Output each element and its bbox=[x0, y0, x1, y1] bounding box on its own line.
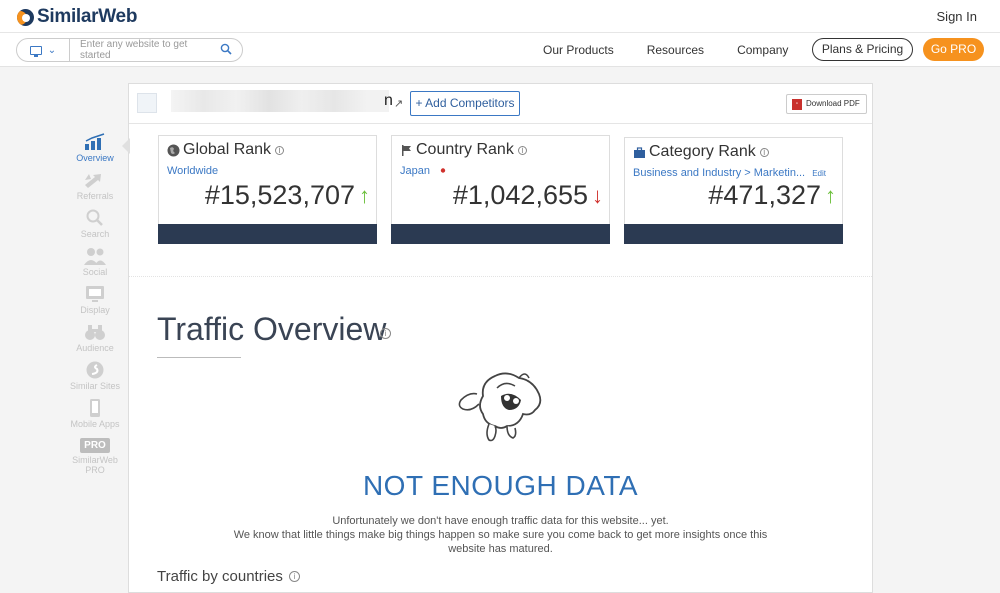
sidebar-item-referrals[interactable]: Referrals bbox=[62, 171, 128, 201]
device-selector[interactable]: ⌄ bbox=[17, 39, 70, 61]
trend-down-icon: ↓ bbox=[592, 182, 603, 208]
nav-company[interactable]: Company bbox=[737, 43, 788, 57]
sidebar-item-label: Referrals bbox=[76, 191, 114, 201]
sidebar-pointer bbox=[122, 138, 130, 154]
site-name-tail: n bbox=[384, 92, 393, 109]
sidebar-item-mobile-apps[interactable]: Mobile Apps bbox=[62, 399, 128, 429]
globe-icon bbox=[167, 144, 180, 156]
sidebar-item-label: SimilarWeb PRO bbox=[72, 455, 118, 475]
country-name: Japan bbox=[400, 165, 430, 177]
category-rank-title: Category Rank bbox=[649, 143, 756, 160]
sign-in-link[interactable]: Sign In bbox=[937, 9, 977, 24]
section-divider bbox=[129, 276, 872, 277]
message-line: Unfortunately we don't have enough traff… bbox=[332, 515, 669, 527]
mascot-illustration bbox=[458, 372, 542, 442]
not-enough-data-heading: NOT ENOUGH DATA bbox=[362, 470, 639, 501]
sidebar-item-label: Social bbox=[82, 267, 108, 277]
sidebar-item-similarweb-pro[interactable]: PRO SimilarWeb PRO bbox=[62, 438, 128, 475]
search-input[interactable]: Enter any website to get started bbox=[70, 39, 220, 61]
briefcase-icon bbox=[634, 146, 645, 158]
sidebar-item-label: Audience bbox=[76, 343, 114, 353]
display-icon bbox=[62, 285, 128, 303]
plans-pricing-button[interactable]: Plans & Pricing bbox=[812, 38, 913, 61]
info-icon[interactable]: i bbox=[759, 147, 769, 157]
sidebar-item-label: Display bbox=[80, 305, 110, 315]
bar-chart-icon bbox=[62, 133, 128, 151]
sidebar-item-label: Mobile Apps bbox=[70, 419, 120, 429]
go-pro-button[interactable]: Go PRO bbox=[923, 38, 984, 61]
info-icon[interactable]: i bbox=[380, 328, 391, 339]
sidebar-item-label: Overview bbox=[76, 153, 114, 163]
message-line: We know that little things make big thin… bbox=[233, 529, 768, 541]
title-underline bbox=[157, 357, 241, 358]
message-line: website has matured. bbox=[448, 543, 553, 555]
sidebar-item-similar-sites[interactable]: Similar Sites bbox=[62, 361, 128, 391]
external-link-icon[interactable]: ↗ bbox=[394, 97, 403, 110]
sidebar-item-overview[interactable]: Overview bbox=[62, 133, 128, 163]
category-rank-card: Category Rank i Business and Industry > … bbox=[624, 137, 843, 244]
info-icon[interactable]: i bbox=[288, 571, 300, 582]
nav-resources[interactable]: Resources bbox=[647, 43, 704, 57]
card-footer bbox=[391, 224, 610, 244]
add-competitors-button[interactable]: + Add Competitors bbox=[410, 91, 520, 116]
similarweb-logo[interactable]: SimilarWeb bbox=[17, 6, 137, 28]
trend-up-icon: ↑ bbox=[359, 182, 370, 208]
edit-category-link[interactable]: Edit bbox=[812, 169, 826, 178]
global-rank-scope: Worldwide bbox=[167, 165, 219, 177]
phone-icon bbox=[62, 399, 128, 417]
arrows-icon bbox=[62, 171, 128, 189]
top-bar: SimilarWeb Sign In bbox=[0, 0, 1000, 33]
brand-name: SimilarWeb bbox=[37, 6, 138, 27]
info-icon[interactable]: i bbox=[275, 145, 285, 155]
global-rank-title: Global Rank bbox=[183, 141, 272, 158]
category-path-link[interactable]: Business and Industry > Marketin... bbox=[633, 167, 805, 179]
main-panel: n ↗ + Add Competitors ▫ Download PDF Glo… bbox=[128, 83, 873, 593]
country-rank-card: Country Rank i Japan #1,042,655 ↓ bbox=[391, 135, 610, 244]
site-header: n ↗ + Add Competitors ▫ Download PDF bbox=[129, 84, 872, 124]
traffic-by-countries-heading: Traffic by countries i bbox=[157, 568, 300, 585]
country-rank-scope: Japan bbox=[400, 165, 450, 177]
site-favicon bbox=[137, 93, 157, 113]
info-icon[interactable]: i bbox=[517, 145, 527, 155]
sidebar-item-search[interactable]: Search bbox=[62, 209, 128, 239]
search-icon[interactable] bbox=[220, 43, 242, 58]
card-footer bbox=[624, 224, 843, 244]
sidebar-item-audience[interactable]: Audience bbox=[62, 323, 128, 353]
country-rank-title: Country Rank bbox=[416, 141, 514, 158]
logo-icon bbox=[17, 8, 34, 26]
nav-our-products[interactable]: Our Products bbox=[543, 43, 614, 57]
site-name-blurred bbox=[171, 90, 389, 112]
sidebar-item-display[interactable]: Display bbox=[62, 285, 128, 315]
country-rank-value: #1,042,655 bbox=[452, 180, 588, 210]
not-enough-data-message: Unfortunately we don't have enough traff… bbox=[129, 514, 872, 556]
download-pdf-button[interactable]: ▫ Download PDF bbox=[786, 94, 867, 114]
japan-flag-icon bbox=[437, 166, 450, 175]
people-icon bbox=[62, 247, 128, 265]
traffic-overview-title: Traffic Overview bbox=[157, 311, 387, 347]
traffic-by-countries-title: Traffic by countries bbox=[157, 568, 283, 585]
search-box: ⌄ Enter any website to get started bbox=[16, 38, 243, 62]
sidebar-item-social[interactable]: Social bbox=[62, 247, 128, 277]
download-pdf-label: Download PDF bbox=[806, 99, 860, 108]
magnifier-icon bbox=[62, 209, 128, 227]
card-footer bbox=[158, 224, 377, 244]
pro-tag: PRO bbox=[80, 438, 110, 453]
sidebar-item-label: Search bbox=[80, 229, 110, 239]
binoculars-icon bbox=[62, 323, 128, 341]
trend-up-icon: ↑ bbox=[825, 182, 836, 208]
nav-bar: ⌄ Enter any website to get started Our P… bbox=[0, 33, 1000, 67]
pdf-icon: ▫ bbox=[792, 99, 802, 110]
flag-icon bbox=[402, 144, 411, 156]
chevron-down-icon: ⌄ bbox=[47, 44, 57, 56]
sidebar-item-label: Similar Sites bbox=[69, 381, 120, 391]
monitor-icon bbox=[29, 45, 42, 57]
global-rank-value: #15,523,707 bbox=[204, 180, 355, 210]
similar-icon bbox=[62, 361, 128, 379]
global-rank-card: Global Rank i Worldwide #15,523,707 ↑ bbox=[158, 135, 377, 244]
category-rank-value: #471,327 bbox=[708, 180, 821, 210]
